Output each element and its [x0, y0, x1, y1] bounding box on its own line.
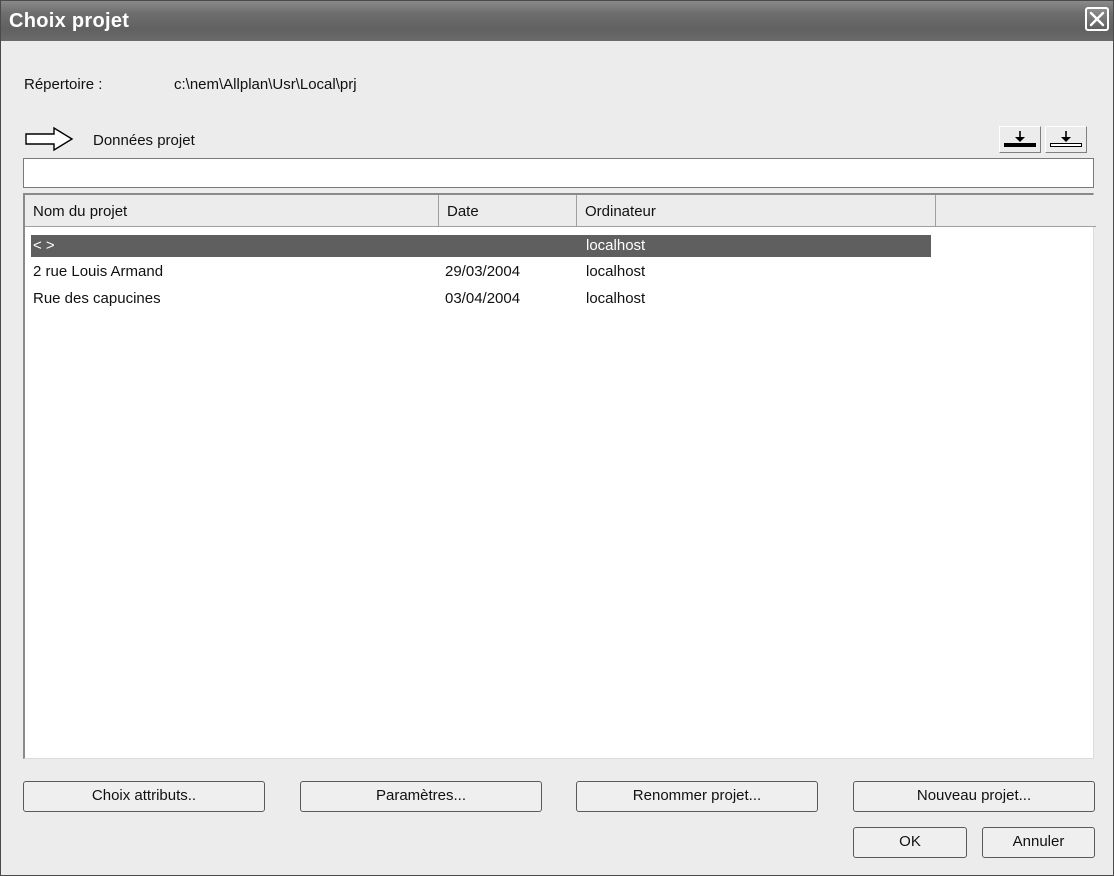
section-label: Données projet [93, 132, 195, 149]
project-date: 03/04/2004 [445, 290, 521, 307]
directory-path: c:\nem\Allplan\Usr\Local\prj [174, 76, 357, 93]
column-header-computer[interactable]: Ordinateur [577, 195, 936, 227]
project-date: 29/03/2004 [445, 263, 521, 280]
rename-project-button[interactable]: Renommer projet... [576, 781, 818, 812]
project-data-bar: Données projet [21, 122, 1093, 156]
window-title: Choix projet [9, 10, 130, 32]
column-header-label: Ordinateur [585, 203, 656, 220]
directory-label: Répertoire : [24, 76, 103, 93]
table-row[interactable]: 2 rue Louis Armand 29/03/2004 localhost [31, 261, 931, 283]
column-header-date[interactable]: Date [439, 195, 577, 227]
download-tray-outline-icon [1050, 131, 1082, 147]
import-filled-button[interactable] [999, 126, 1041, 153]
project-filter-input[interactable] [23, 158, 1094, 188]
project-list[interactable]: Nom du projet Date Ordinateur < > localh… [23, 193, 1096, 759]
import-outline-button[interactable] [1045, 126, 1087, 153]
project-computer: localhost [586, 237, 646, 254]
choose-attributes-button[interactable]: Choix attributs.. [23, 781, 265, 812]
project-name: < > [33, 237, 55, 254]
column-header-label: Date [447, 203, 479, 220]
download-tray-icon [1004, 131, 1036, 147]
cancel-button[interactable]: Annuler [982, 827, 1095, 858]
title-bar: Choix projet [1, 1, 1113, 41]
table-row[interactable]: < > localhost [31, 235, 931, 257]
column-header-label: Nom du projet [33, 203, 128, 220]
column-header-name[interactable]: Nom du projet [25, 195, 439, 227]
project-computer: localhost [586, 290, 646, 307]
project-name: Rue des capucines [33, 290, 161, 307]
arrow-right-icon[interactable] [25, 126, 75, 152]
parameters-button[interactable]: Paramètres... [300, 781, 542, 812]
close-icon [1089, 11, 1105, 27]
project-name: 2 rue Louis Armand [33, 263, 164, 280]
ok-button[interactable]: OK [853, 827, 967, 858]
table-row[interactable]: Rue des capucines 03/04/2004 localhost [31, 288, 931, 310]
column-header-filler [936, 195, 1096, 227]
choix-projet-dialog: Choix projet Répertoire : c:\nem\Allplan… [0, 0, 1114, 876]
close-button[interactable] [1085, 7, 1109, 31]
new-project-button[interactable]: Nouveau projet... [853, 781, 1095, 812]
project-computer: localhost [586, 263, 646, 280]
